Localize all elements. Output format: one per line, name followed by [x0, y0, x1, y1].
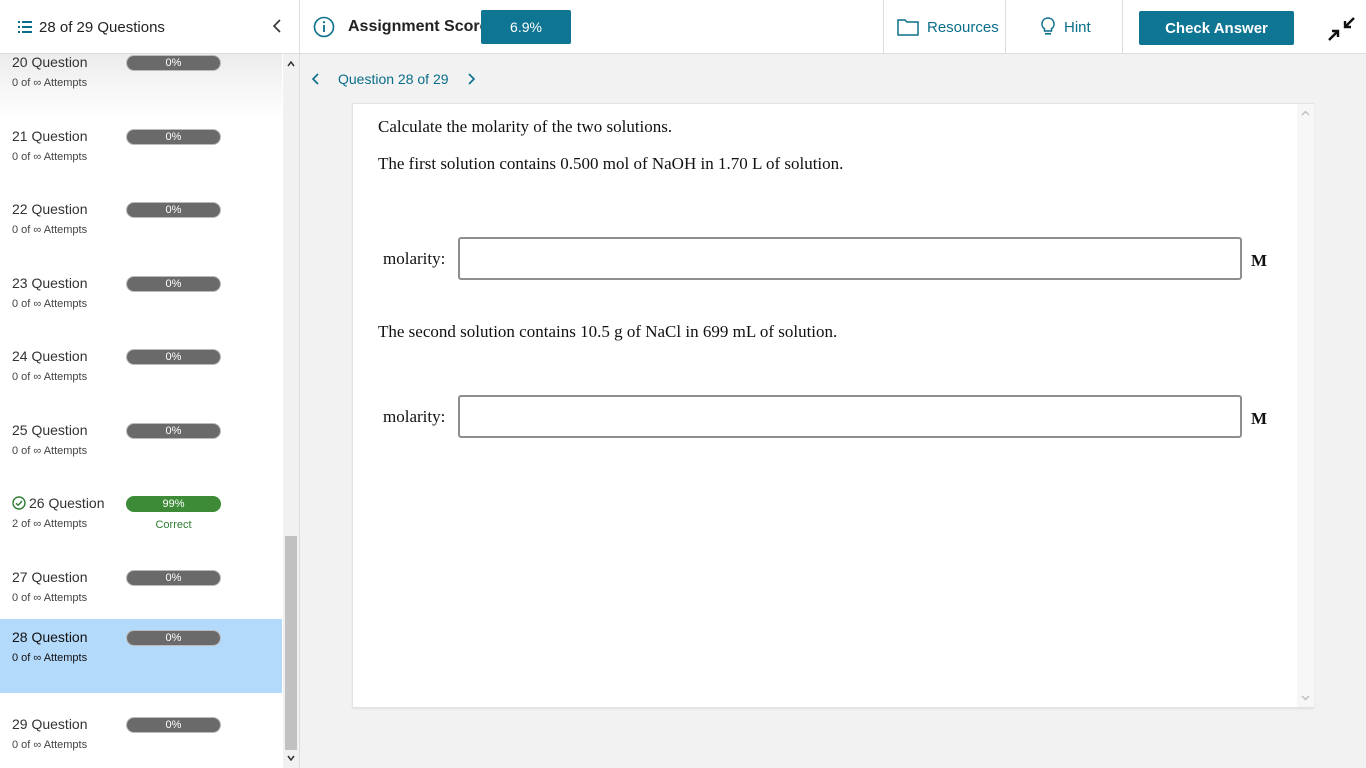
- question-progress-bar: 0%: [126, 276, 221, 292]
- question-title-row: 26 Question: [12, 495, 105, 511]
- question-attempts: 0 of ∞ Attempts: [12, 592, 87, 604]
- question-attempts: 0 of ∞ Attempts: [12, 151, 87, 163]
- question-item-28[interactable]: 28 Question 0 of ∞ Attempts 0%: [0, 619, 282, 693]
- top-bar: 28 of 29 Questions Assignment Score: 6.9…: [0, 0, 1366, 54]
- question-title: 21 Question: [12, 128, 88, 144]
- chevron-left-icon: [311, 73, 319, 85]
- question-title: 29 Question: [12, 716, 88, 732]
- divider: [299, 0, 300, 54]
- question-item-20[interactable]: 20 Question 0 of ∞ Attempts 0%: [0, 54, 282, 118]
- question-attempts: 0 of ∞ Attempts: [12, 739, 87, 751]
- scroll-thumb[interactable]: [285, 536, 297, 750]
- question-progress-bar: 0%: [126, 717, 221, 733]
- question-title: 20 Question: [12, 54, 88, 70]
- question-title: 24 Question: [12, 348, 88, 364]
- card-scrollbar[interactable]: [1297, 104, 1314, 707]
- molarity-1-label: molarity:: [383, 249, 445, 269]
- question-title: 28 Question: [12, 629, 88, 645]
- question-title: 27 Question: [12, 569, 88, 585]
- question-title: 25 Question: [12, 422, 88, 438]
- molarity-2-unit: M: [1251, 409, 1267, 429]
- chevron-right-icon: [468, 73, 476, 85]
- info-icon[interactable]: [313, 16, 335, 38]
- chevron-up-icon: [287, 61, 295, 67]
- question-attempts: 0 of ∞ Attempts: [12, 445, 87, 457]
- solution-2-text: The second solution contains 10.5 g of N…: [378, 322, 837, 342]
- question-attempts: 0 of ∞ Attempts: [12, 224, 87, 236]
- next-question-button[interactable]: [463, 70, 481, 88]
- divider: [1122, 0, 1123, 54]
- question-card: Calculate the molarity of the two soluti…: [352, 103, 1314, 708]
- question-title: 23 Question: [12, 275, 88, 291]
- question-progress-bar: 0%: [126, 129, 221, 145]
- hint-label: Hint: [1064, 19, 1091, 36]
- question-title: 22 Question: [12, 201, 88, 217]
- divider: [883, 0, 884, 54]
- question-title: 26 Question: [29, 495, 105, 511]
- question-attempts: 2 of ∞ Attempts: [12, 518, 87, 530]
- lightbulb-icon: [1040, 17, 1056, 37]
- molarity-1-unit: M: [1251, 251, 1267, 271]
- question-item-26[interactable]: 26 Question 2 of ∞ Attempts 99% Correct: [0, 485, 282, 559]
- minimize-icon[interactable]: [1326, 16, 1356, 42]
- chevron-down-icon: [287, 755, 295, 761]
- resources-button[interactable]: Resources: [897, 0, 999, 54]
- question-progress-bar: 0%: [126, 630, 221, 646]
- resources-label: Resources: [927, 19, 999, 36]
- question-nav-label: Question 28 of 29: [338, 71, 449, 87]
- scroll-down-button[interactable]: [283, 750, 299, 766]
- question-item-29[interactable]: 29 Question 0 of ∞ Attempts 0%: [0, 706, 282, 768]
- collapse-sidebar-button[interactable]: [266, 13, 288, 39]
- question-sidebar: 20 Question 0 of ∞ Attempts 0% 21 Questi…: [0, 54, 300, 768]
- question-progress-bar: 99%: [126, 496, 221, 512]
- sidebar-scrollbar[interactable]: [283, 54, 299, 768]
- hint-button[interactable]: Hint: [1040, 0, 1091, 54]
- molarity-2-input[interactable]: [458, 395, 1242, 438]
- solution-1-text: The first solution contains 0.500 mol of…: [378, 154, 843, 174]
- question-item-24[interactable]: 24 Question 0 of ∞ Attempts 0%: [0, 338, 282, 412]
- assignment-score-badge: 6.9%: [481, 10, 571, 44]
- molarity-1-input[interactable]: [458, 237, 1242, 280]
- check-answer-button[interactable]: Check Answer: [1139, 11, 1294, 45]
- scroll-up-button[interactable]: [283, 56, 299, 72]
- question-progress-bar: 0%: [126, 202, 221, 218]
- question-navigation: Question 28 of 29: [306, 62, 481, 96]
- assignment-score-label: Assignment Score:: [348, 0, 494, 54]
- question-progress-bar: 0%: [126, 349, 221, 365]
- previous-question-button[interactable]: [306, 70, 324, 88]
- question-attempts: 0 of ∞ Attempts: [12, 371, 87, 383]
- question-attempts: 0 of ∞ Attempts: [12, 298, 87, 310]
- question-list-toggle[interactable]: 28 of 29 Questions: [18, 0, 165, 54]
- question-item-23[interactable]: 23 Question 0 of ∞ Attempts 0%: [0, 265, 282, 339]
- question-attempts: 0 of ∞ Attempts: [12, 77, 87, 89]
- chevron-down-icon[interactable]: [1300, 692, 1311, 703]
- question-item-25[interactable]: 25 Question 0 of ∞ Attempts 0%: [0, 412, 282, 486]
- check-circle-icon: [12, 496, 26, 510]
- question-item-22[interactable]: 22 Question 0 of ∞ Attempts 0%: [0, 191, 282, 265]
- chevron-left-icon: [272, 19, 282, 33]
- molarity-2-label: molarity:: [383, 407, 445, 427]
- question-attempts: 0 of ∞ Attempts: [12, 652, 87, 664]
- question-progress-bar: 0%: [126, 570, 221, 586]
- chevron-up-icon[interactable]: [1300, 108, 1311, 119]
- list-icon: [18, 21, 32, 33]
- question-count: 28 of 29 Questions: [39, 19, 165, 36]
- question-prompt: Calculate the molarity of the two soluti…: [378, 117, 672, 137]
- folder-icon: [897, 18, 919, 36]
- question-status: Correct: [126, 519, 221, 531]
- question-progress-bar: 0%: [126, 55, 221, 71]
- question-progress-bar: 0%: [126, 423, 221, 439]
- divider: [1005, 0, 1006, 54]
- question-item-21[interactable]: 21 Question 0 of ∞ Attempts 0%: [0, 118, 282, 192]
